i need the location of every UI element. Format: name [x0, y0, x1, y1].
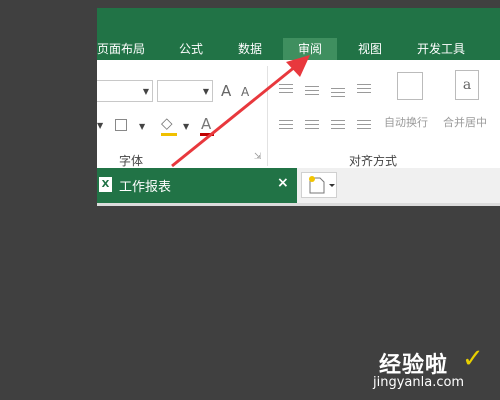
- annotation-arrow-head: [286, 55, 310, 77]
- check-mark-icon: ✓: [462, 344, 484, 374]
- annotation-arrow: [171, 55, 310, 168]
- watermark-url: jingyanla.com: [373, 375, 465, 390]
- annotation-arrow-shaft: [171, 64, 297, 168]
